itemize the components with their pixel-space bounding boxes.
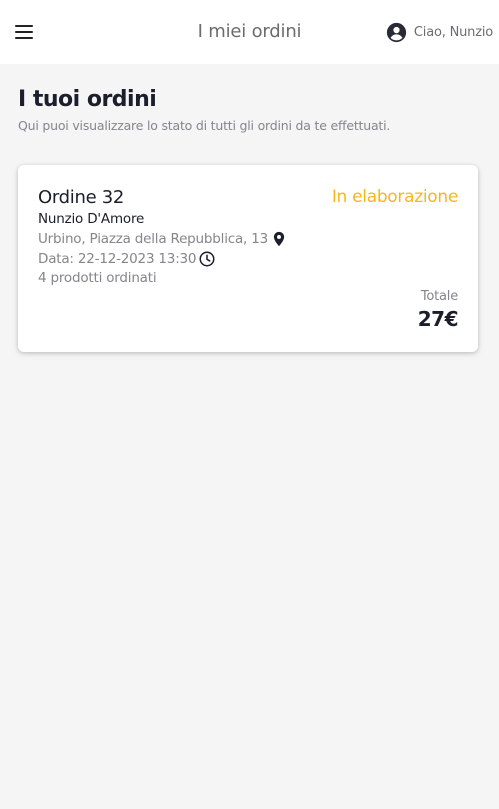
location-pin-icon (273, 231, 285, 247)
products-count: 4 prodotti ordinati (38, 270, 157, 286)
user-greeting: Ciao, Nunzio (413, 24, 493, 40)
order-status: In elaborazione (331, 187, 458, 207)
total-label: Totale (420, 289, 458, 304)
page-title: I tuoi ordini (18, 87, 157, 112)
order-date-text: Data: 22-12-2023 13:30 (38, 251, 197, 267)
order-title: Ordine 32 (38, 187, 125, 208)
order-card[interactable]: Ordine 32 In elaborazione Nunzio D'Amore… (18, 165, 478, 352)
top-bar: I miei ordini Ciao, Nunzio (0, 0, 499, 64)
user-menu[interactable]: Ciao, Nunzio (386, 21, 493, 43)
order-address: Urbino, Piazza della Repubblica, 13 (38, 230, 288, 248)
account-circle-icon (386, 22, 407, 42)
order-date: Data: 22-12-2023 13:30 (38, 250, 216, 268)
clock-icon (199, 251, 215, 267)
order-address-text: Urbino, Piazza della Repubblica, 13 (38, 231, 268, 247)
customer-name: Nunzio D'Amore (38, 211, 145, 227)
total-value: 27€ (417, 307, 459, 331)
page-subtitle: Qui puoi visualizzare lo stato di tutti … (18, 118, 391, 133)
